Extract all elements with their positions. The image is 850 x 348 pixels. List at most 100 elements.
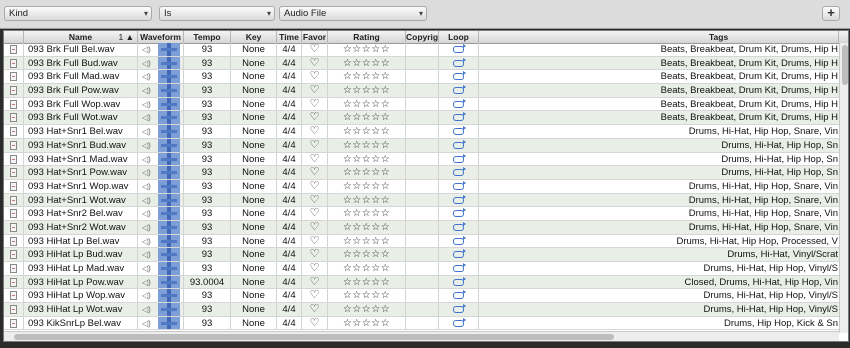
speaker-icon[interactable]: ◁) [142,303,151,316]
vertical-scroll-thumb[interactable] [842,45,848,85]
table-row[interactable]: 093 Brk Full Bel.wav ◁) 93 None 4/4 ♡ ☆☆☆☆☆ Bea… [4,43,848,57]
filter-field-select[interactable]: Kind ▾ [4,6,152,21]
table-row[interactable]: 093 Hat+Snr1 Wot.wav ◁) 93 None 4/4 ♡ ☆☆☆☆☆ Dru… [4,193,848,208]
waveform-cell[interactable]: ◁) [138,97,184,111]
rating-stars[interactable]: ☆☆☆☆☆ [328,166,406,179]
waveform-cell[interactable]: ◁) [138,125,184,138]
favorite-heart-icon[interactable]: ♡ [302,207,328,220]
favorite-heart-icon[interactable]: ♡ [302,289,328,303]
file-name[interactable]: 093 Hat+Snr1 Mad.wav [24,152,138,166]
table-row[interactable]: 093 HiHat Lp Pow.wav ◁) 93.0004 None 4/4 ♡ ☆☆☆… [4,275,848,290]
file-name[interactable]: 093 Hat+Snr1 Wot.wav [24,193,138,207]
file-name[interactable]: 093 Brk Full Bel.wav [24,43,138,56]
waveform-cell[interactable]: ◁) [138,316,184,330]
table-row[interactable]: 093 Hat+Snr1 Wop.wav ◁) 93 None 4/4 ♡ ☆☆☆☆☆ Dru… [4,179,848,194]
file-name[interactable]: 093 HiHat Lp Mad.wav [24,262,138,275]
header-name[interactable]: Name 1 ▲ [24,31,138,43]
header-tempo[interactable]: Tempo [184,31,231,43]
file-name[interactable]: 093 Hat+Snr2 Bel.wav [24,207,138,220]
speaker-icon[interactable]: ◁) [142,125,151,138]
favorite-heart-icon[interactable]: ♡ [302,275,328,289]
favorite-heart-icon[interactable]: ♡ [302,179,328,193]
speaker-icon[interactable]: ◁) [142,70,151,83]
speaker-icon[interactable]: ◁) [142,194,151,207]
filter-value-select[interactable]: Audio File ▾ [279,6,427,21]
rating-stars[interactable]: ☆☆☆☆☆ [328,207,406,220]
favorite-heart-icon[interactable]: ♡ [302,166,328,179]
rating-stars[interactable]: ☆☆☆☆☆ [328,234,406,248]
speaker-icon[interactable]: ◁) [142,180,151,193]
waveform-cell[interactable]: ◁) [138,84,184,97]
header-loop[interactable]: Loop [439,31,479,43]
rating-stars[interactable]: ☆☆☆☆☆ [328,316,406,330]
waveform-cell[interactable]: ◁) [138,234,184,248]
file-name[interactable]: 093 Hat+Snr1 Wop.wav [24,179,138,193]
file-name[interactable]: 093 Hat+Snr1 Pow.wav [24,166,138,179]
speaker-icon[interactable]: ◁) [142,248,151,261]
favorite-heart-icon[interactable]: ♡ [302,97,328,111]
table-row[interactable]: 093 Brk Full Pow.wav ◁) 93 None 4/4 ♡ ☆☆☆☆☆ Bea… [4,84,848,98]
speaker-icon[interactable]: ◁) [142,166,151,179]
file-name[interactable]: 093 HiHat Lp Pow.wav [24,275,138,289]
vertical-scrollbar[interactable] [839,43,848,333]
horizontal-scroll-thumb[interactable] [14,334,614,340]
table-row[interactable]: 093 HiHat Lp Bud.wav ◁) 93 None 4/4 ♡ ☆☆☆☆☆ Dru… [4,248,848,262]
favorite-heart-icon[interactable]: ♡ [302,70,328,84]
table-row[interactable]: 093 Hat+Snr1 Pow.wav ◁) 93 None 4/4 ♡ ☆☆☆☆☆ Dru… [4,166,848,180]
rating-stars[interactable]: ☆☆☆☆☆ [328,43,406,56]
speaker-icon[interactable]: ◁) [142,262,151,275]
filter-operator-select[interactable]: Is ▾ [159,6,275,21]
header-copyright[interactable]: Copyrig [406,31,439,43]
table-row[interactable]: 093 Hat+Snr2 Wot.wav ◁) 93 None 4/4 ♡ ☆☆☆☆☆ Dru… [4,220,848,235]
rating-stars[interactable]: ☆☆☆☆☆ [328,303,406,316]
table-row[interactable]: 093 Hat+Snr1 Mad.wav ◁) 93 None 4/4 ♡ ☆☆☆☆☆ Dru… [4,152,848,167]
speaker-icon[interactable]: ◁) [142,207,151,220]
waveform-cell[interactable]: ◁) [138,152,184,166]
table-row[interactable]: 093 HiHat Lp Wop.wav ◁) 93 None 4/4 ♡ ☆☆☆☆☆ Dru… [4,289,848,304]
speaker-icon[interactable]: ◁) [142,57,151,70]
favorite-heart-icon[interactable]: ♡ [302,303,328,316]
favorite-heart-icon[interactable]: ♡ [302,234,328,248]
waveform-cell[interactable]: ◁) [138,289,184,303]
file-name[interactable]: 093 Hat+Snr1 Bud.wav [24,138,138,152]
file-name[interactable]: 093 Brk Full Pow.wav [24,84,138,97]
rating-stars[interactable]: ☆☆☆☆☆ [328,275,406,289]
rating-stars[interactable]: ☆☆☆☆☆ [328,248,406,262]
header-favorite[interactable]: Favor [302,31,328,43]
rating-stars[interactable]: ☆☆☆☆☆ [328,56,406,70]
waveform-cell[interactable]: ◁) [138,111,184,125]
favorite-heart-icon[interactable]: ♡ [302,125,328,138]
speaker-icon[interactable]: ◁) [142,98,151,111]
favorite-heart-icon[interactable]: ♡ [302,248,328,262]
speaker-icon[interactable]: ◁) [142,276,151,289]
rating-stars[interactable]: ☆☆☆☆☆ [328,193,406,207]
file-name[interactable]: 093 HiHat Lp Wot.wav [24,303,138,316]
favorite-heart-icon[interactable]: ♡ [302,220,328,234]
rating-stars[interactable]: ☆☆☆☆☆ [328,152,406,166]
favorite-heart-icon[interactable]: ♡ [302,316,328,330]
table-row[interactable]: 093 HiHat Lp Bel.wav ◁) 93 None 4/4 ♡ ☆☆☆☆☆ Dru… [4,234,848,249]
waveform-cell[interactable]: ◁) [138,262,184,275]
favorite-heart-icon[interactable]: ♡ [302,111,328,125]
table-row[interactable]: 093 Brk Full Wot.wav ◁) 93 None 4/4 ♡ ☆☆☆☆☆ Bea… [4,111,848,126]
waveform-cell[interactable]: ◁) [138,207,184,220]
file-name[interactable]: 093 HiHat Lp Wop.wav [24,289,138,303]
speaker-icon[interactable]: ◁) [142,84,151,97]
rating-stars[interactable]: ☆☆☆☆☆ [328,220,406,234]
speaker-icon[interactable]: ◁) [142,43,151,56]
rating-stars[interactable]: ☆☆☆☆☆ [328,262,406,275]
header-icon-column[interactable] [4,31,24,43]
favorite-heart-icon[interactable]: ♡ [302,193,328,207]
table-row[interactable]: 093 KikSnrLp Bel.wav ◁) 93 None 4/4 ♡ ☆☆☆☆☆ Dru… [4,316,848,331]
waveform-cell[interactable]: ◁) [138,275,184,289]
file-name[interactable]: 093 Hat+Snr2 Wot.wav [24,220,138,234]
file-name[interactable]: 093 KikSnrLp Bel.wav [24,316,138,330]
header-tags[interactable]: Tags [479,31,839,43]
file-name[interactable]: 093 Brk Full Mad.wav [24,70,138,84]
waveform-cell[interactable]: ◁) [138,70,184,84]
favorite-heart-icon[interactable]: ♡ [302,84,328,97]
table-row[interactable]: 093 HiHat Lp Mad.wav ◁) 93 None 4/4 ♡ ☆☆☆☆☆ Dru… [4,262,848,276]
table-row[interactable]: 093 HiHat Lp Wot.wav ◁) 93 None 4/4 ♡ ☆☆☆☆☆ Dru… [4,303,848,317]
waveform-cell[interactable]: ◁) [138,248,184,262]
file-name[interactable]: 093 Hat+Snr1 Bel.wav [24,125,138,138]
